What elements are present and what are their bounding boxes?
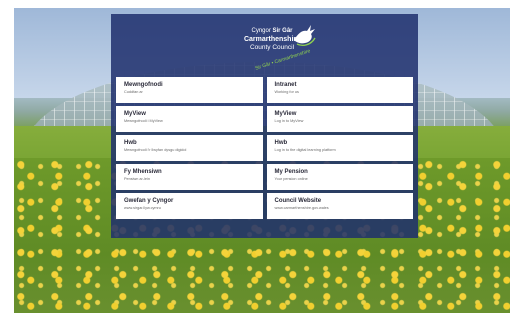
tile-subtitle: www.carmarthenshire.gov.wales bbox=[274, 206, 329, 210]
brand-cy-prefix: Cyngor bbox=[251, 28, 271, 34]
tile-title: Council Website bbox=[274, 198, 322, 204]
tile-row: Fy Mhensiwn Pensiwn ar-lein My Pension Y… bbox=[116, 164, 413, 190]
tile-subtitle: Mewngofnodi i MyView bbox=[124, 119, 163, 123]
brand-cy-bold: Sir Gâr bbox=[272, 28, 293, 34]
tile-title: Mewngofnodi bbox=[124, 82, 163, 88]
tile-gwefan-y-cyngor[interactable]: Gwefan y Cyngor www.sirgar.llyw.cymru bbox=[116, 193, 263, 219]
tile-row: Gwefan y Cyngor www.sirgar.llyw.cymru Co… bbox=[116, 193, 413, 219]
tile-row: Mewngofnodi Cuddfan ar Intranet Working … bbox=[116, 77, 413, 103]
tile-title: Fy Mhensiwn bbox=[124, 169, 162, 175]
tile-council-website[interactable]: Council Website www.carmarthenshire.gov.… bbox=[266, 193, 413, 219]
tile-subtitle: Your pension online bbox=[274, 177, 308, 181]
tile-intranet[interactable]: Intranet Working for us bbox=[266, 77, 413, 103]
tile-subtitle: www.sirgar.llyw.cymru bbox=[124, 206, 161, 210]
login-panel: Cyngor Sir Gâr Carmarthenshire County Co… bbox=[111, 14, 418, 238]
tile-title: MyView bbox=[124, 111, 146, 117]
tile-title: MyView bbox=[274, 111, 297, 117]
tile-subtitle: Log in to MyView bbox=[274, 119, 304, 123]
tile-hwb-en[interactable]: Hwb Log in to the digital learning platf… bbox=[266, 135, 413, 161]
tile-grid: Mewngofnodi Cuddfan ar Intranet Working … bbox=[116, 77, 413, 222]
tile-subtitle: Working for us bbox=[274, 90, 299, 94]
tile-title: Gwefan y Cyngor bbox=[124, 198, 174, 204]
tile-row: MyView Mewngofnodi i MyView MyView Log i… bbox=[116, 106, 413, 132]
tile-hwb-cy[interactable]: Hwb Mewngofnodi i'r llwyfan dysgu digido… bbox=[116, 135, 263, 161]
tile-fy-mhensiwn[interactable]: Fy Mhensiwn Pensiwn ar-lein bbox=[116, 164, 263, 190]
tile-title: Hwb bbox=[124, 140, 137, 146]
tile-subtitle: Cuddfan ar bbox=[124, 90, 143, 94]
tile-subtitle: Mewngofnodi i'r llwyfan dysgu digidol bbox=[124, 148, 187, 152]
tile-title: Intranet bbox=[274, 82, 297, 88]
tile-myview-en[interactable]: MyView Log in to MyView bbox=[266, 106, 413, 132]
tile-subtitle: Log in to the digital learning platform bbox=[274, 148, 336, 152]
tile-subtitle: Pensiwn ar-lein bbox=[124, 177, 150, 181]
tile-my-pension[interactable]: My Pension Your pension online bbox=[266, 164, 413, 190]
tile-mewngofnodi[interactable]: Mewngofnodi Cuddfan ar bbox=[116, 77, 263, 103]
tile-title: My Pension bbox=[274, 169, 308, 175]
dragon-icon bbox=[294, 25, 316, 46]
tile-myview-cy[interactable]: MyView Mewngofnodi i MyView bbox=[116, 106, 263, 132]
tile-row: Hwb Mewngofnodi i'r llwyfan dysgu digido… bbox=[116, 135, 413, 161]
tile-title: Hwb bbox=[274, 140, 288, 146]
